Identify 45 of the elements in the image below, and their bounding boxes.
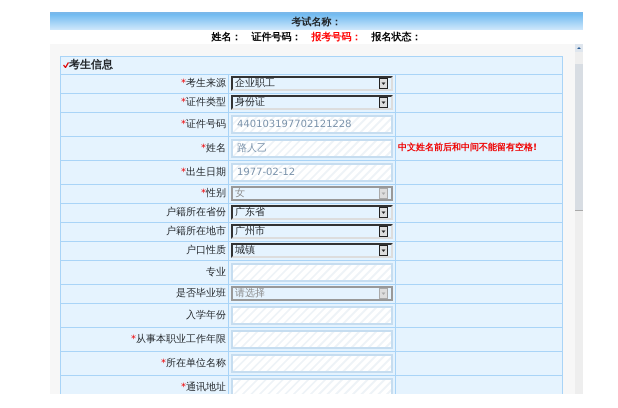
field-label: 户口性质 (186, 245, 226, 256)
dropdown[interactable]: 身份证 (231, 95, 393, 110)
field-label: 户籍所在地市 (166, 226, 226, 237)
required-mark: * (201, 188, 206, 199)
input-field[interactable] (231, 354, 393, 372)
dropdown[interactable]: 城镇 (231, 243, 393, 258)
exam-name-label: 考试名称： (292, 16, 342, 30)
field-label: 考生来源 (186, 78, 226, 89)
hint-text: 中文姓名前后和中间不能留有空格! (398, 143, 538, 154)
scrollbar-thumb[interactable] (575, 64, 583, 211)
required-mark: * (181, 382, 186, 392)
required-mark: * (131, 334, 136, 344)
input-field[interactable] (231, 306, 393, 324)
field-label: 证件类型 (186, 97, 226, 108)
field-label: 姓名 (206, 142, 226, 154)
required-mark: * (161, 358, 166, 368)
field-label: 证件号码 (186, 118, 226, 130)
field-label: 性别 (206, 188, 226, 199)
scrollbar[interactable] (575, 44, 583, 394)
field-label: 从事本职业工作年限 (136, 334, 226, 344)
field-label: 出生日期 (186, 166, 226, 178)
summary-label: 报考号码： (312, 30, 362, 44)
field-label: 户籍所在省份 (166, 207, 226, 218)
field-label: 专业 (206, 266, 226, 278)
required-mark: * (181, 166, 186, 178)
field-label: 通讯地址 (186, 382, 226, 392)
required-mark: * (181, 118, 186, 130)
required-mark: * (201, 142, 206, 154)
section-title: 考生信息 (69, 57, 113, 73)
required-mark: * (181, 97, 186, 108)
summary-label: 姓名： (212, 30, 242, 44)
dropdown[interactable]: 企业职工 (231, 76, 393, 91)
scroll-up-icon[interactable] (575, 44, 583, 52)
summary-label: 证件号码： (252, 30, 302, 44)
field-label: 入学年份 (186, 310, 226, 320)
field-label: 所在单位名称 (166, 358, 226, 368)
required-mark: * (181, 78, 186, 89)
dropdown[interactable]: 广东省 (231, 205, 393, 220)
input-field[interactable] (231, 378, 393, 394)
input-field[interactable] (231, 330, 393, 348)
check-icon (63, 62, 69, 68)
dropdown[interactable]: 广州市 (231, 224, 393, 239)
summary-label: 报名状态： (372, 30, 422, 44)
input-field[interactable] (231, 262, 393, 282)
field-label: 是否毕业班 (176, 288, 226, 299)
